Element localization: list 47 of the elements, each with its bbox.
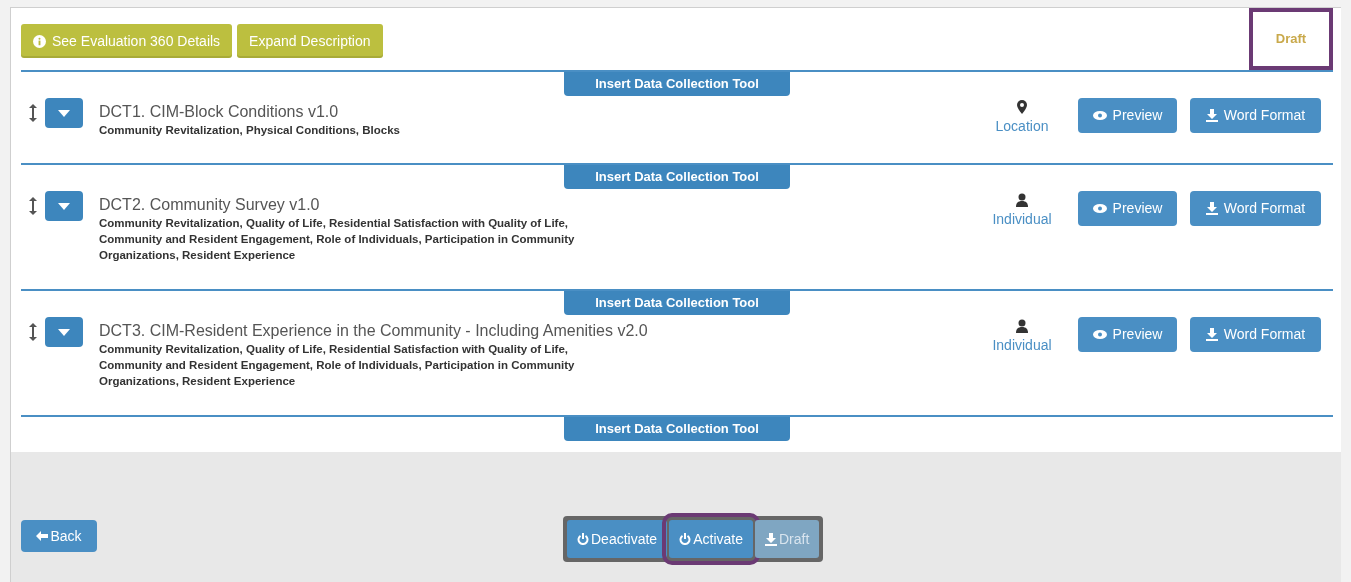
unit-label: Individual [992, 210, 1052, 229]
map-pin-icon [1017, 100, 1027, 114]
power-icon [577, 533, 589, 545]
back-button[interactable]: Back [21, 520, 97, 552]
person-icon [1016, 319, 1028, 333]
download-icon [1205, 202, 1218, 215]
unit-label: Location [995, 117, 1049, 136]
eye-icon [1092, 204, 1107, 213]
drag-handle-icon[interactable] [29, 197, 37, 215]
caret-icon [58, 202, 70, 210]
preview-button[interactable]: Preview [1078, 317, 1177, 352]
download-icon [1205, 109, 1218, 122]
download-icon [764, 532, 777, 546]
unit-label: Individual [992, 336, 1052, 355]
tool-tags: Community Revitalization, Physical Conditions, Blocks [99, 122, 629, 138]
insert-tool-button[interactable]: Insert Data Collection Tool [564, 72, 790, 96]
status-button[interactable]: Deactivate [567, 520, 668, 558]
tool-title: DCT2. Community Survey v1.0 [99, 195, 321, 215]
download-icon [1205, 328, 1218, 341]
caret-icon [58, 328, 70, 336]
insert-tool-button[interactable]: Insert Data Collection Tool [564, 165, 790, 189]
status-tab[interactable]: Draft [1249, 8, 1333, 70]
insert-tool-button[interactable]: Insert Data Collection Tool [564, 417, 790, 441]
tool-title: DCT1. CIM-Block Conditions v1.0 [99, 102, 340, 122]
word-format-button[interactable]: Word Format [1190, 317, 1321, 352]
power-icon [679, 533, 692, 545]
tool-tags: Community Revitalization, Quality of Life, Residential Satisfaction with Quality of Life, Community and Resident Engagement, Role of Individuals, Participation in Community Organizations, Resident Experience [99, 341, 629, 389]
drag-handle-icon[interactable] [29, 323, 37, 341]
eye-icon [1092, 330, 1107, 339]
arrow-left-icon [36, 531, 49, 541]
info-icon [33, 34, 46, 48]
dropdown-button[interactable] [45, 191, 83, 221]
word-format-button[interactable]: Word Format [1190, 191, 1321, 226]
expand-button[interactable]: Expand Description [237, 24, 383, 58]
dropdown-button[interactable] [45, 98, 83, 128]
eye-icon [1092, 111, 1107, 120]
preview-button[interactable]: Preview [1078, 191, 1177, 226]
drag-handle-icon[interactable] [29, 104, 37, 122]
details-button[interactable]: See Evaluation 360 Details [21, 24, 233, 58]
person-icon [1016, 193, 1028, 207]
word-format-button[interactable]: Word Format [1190, 98, 1321, 133]
tool-title: DCT3. CIM-Resident Experience in the Community - Including Amenities v2.0 [99, 321, 649, 341]
tool-tags: Community Revitalization, Quality of Life, Residential Satisfaction with Quality of Life, Community and Resident Engagement, Role of Individuals, Participation in Community Organizations, Resident Experience [99, 215, 629, 263]
dropdown-button[interactable] [45, 317, 83, 347]
insert-tool-button[interactable]: Insert Data Collection Tool [564, 291, 790, 315]
caret-icon [58, 109, 70, 117]
preview-button[interactable]: Preview [1078, 98, 1177, 133]
